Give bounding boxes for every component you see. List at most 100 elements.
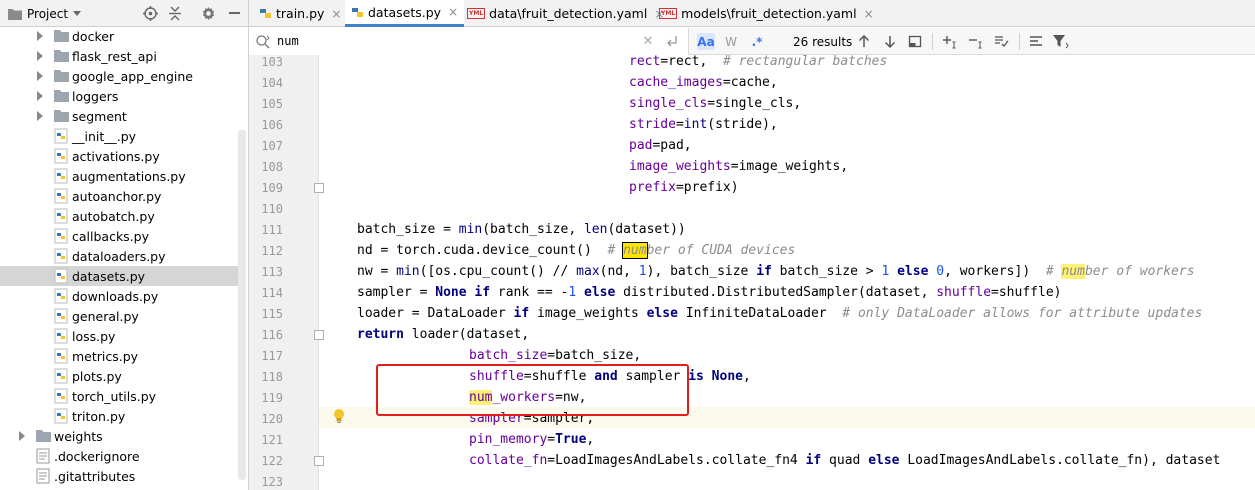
minimize-icon[interactable] [226, 5, 242, 21]
search-icon[interactable] [255, 33, 271, 50]
tree-folder-weights[interactable]: weights [0, 426, 238, 446]
tab-datasets-py[interactable]: datasets.py × [345, 0, 465, 27]
clear-search-icon[interactable]: ✕ [641, 33, 655, 50]
tree-file-metrics[interactable]: metrics.py [0, 346, 238, 366]
arrow-up-icon[interactable] [857, 33, 871, 50]
python-file-icon [54, 188, 68, 204]
tree-file-augmentations[interactable]: augmentations.py [0, 166, 238, 186]
line-number: 106 [261, 118, 283, 132]
tree-item-label: docker [72, 28, 115, 44]
python-file-icon [54, 228, 68, 244]
line-number: 110 [261, 202, 283, 216]
select-all-occurrences-icon[interactable] [993, 33, 1011, 50]
locate-icon[interactable] [142, 5, 158, 21]
multiline-icon[interactable] [1028, 33, 1044, 50]
tree-file-triton[interactable]: triton.py [0, 406, 238, 426]
arrow-down-icon[interactable] [883, 33, 897, 50]
fold-marker-icon[interactable] [314, 330, 324, 340]
python-file-icon [54, 128, 68, 144]
tree-file-plots[interactable]: plots.py [0, 366, 238, 386]
tree-scrollbar[interactable] [238, 130, 246, 480]
chevron-right-icon[interactable] [37, 51, 43, 61]
tree-folder-loggers[interactable]: loggers [0, 86, 238, 106]
collapse-all-icon[interactable] [167, 5, 183, 21]
project-title: Project [27, 6, 69, 21]
folder-icon [54, 110, 69, 122]
filter-icon[interactable] [1052, 33, 1070, 50]
chevron-right-icon[interactable] [37, 71, 43, 81]
tree-file-loss[interactable]: loss.py [0, 326, 238, 346]
add-occurrence-icon[interactable] [941, 33, 959, 50]
tree-item-label: segment [72, 108, 127, 124]
python-file-icon [54, 348, 68, 364]
yaml-file-icon: YML [467, 8, 486, 19]
tab-models-fruit-detection-yaml[interactable]: YML models\fruit_detection.yaml × [653, 0, 880, 27]
project-panel-header: Project [0, 0, 248, 27]
gear-icon[interactable] [200, 5, 216, 21]
tree-file-autoanchor[interactable]: autoanchor.py [0, 186, 238, 206]
line-number: 120 [261, 412, 283, 426]
search-results-count: 26 results [793, 35, 853, 49]
tab-label: datasets.py [368, 4, 442, 20]
match-case-toggle[interactable]: Aa [697, 33, 715, 50]
tree-file-dockerignore[interactable]: .dockerignore [0, 446, 238, 466]
tree-item-label: __init__.py [72, 128, 137, 144]
folder-icon [36, 430, 51, 442]
tree-file-datasets[interactable]: datasets.py [0, 266, 238, 286]
tree-file-general[interactable]: general.py [0, 306, 238, 326]
chevron-right-icon[interactable] [19, 431, 25, 441]
folder-icon [54, 30, 69, 42]
tree-folder-flask-rest-api[interactable]: flask_rest_api [0, 46, 238, 66]
tree-folder-segment[interactable]: segment [0, 106, 238, 126]
line-number: 105 [261, 97, 283, 111]
tree-item-label: plots.py [72, 368, 122, 384]
tab-data-fruit-detection-yaml[interactable]: YML data\fruit_detection.yaml × [461, 0, 670, 27]
tree-item-label: .gitattributes [54, 468, 136, 484]
tree-file-torch-utils[interactable]: torch_utils.py [0, 386, 238, 406]
whole-words-toggle[interactable]: W [723, 33, 739, 50]
close-icon[interactable]: × [331, 7, 341, 21]
lightbulb-icon[interactable] [333, 408, 345, 424]
line-number: 111 [261, 223, 283, 237]
line-number: 116 [261, 328, 283, 342]
tab-label: data\fruit_detection.yaml [489, 6, 648, 21]
chevron-right-icon[interactable] [37, 111, 43, 121]
line-number: 123 [261, 475, 283, 489]
regex-toggle[interactable]: .* [749, 33, 765, 50]
fold-marker-icon[interactable] [314, 183, 324, 193]
tree-file-callbacks[interactable]: callbacks.py [0, 226, 238, 246]
tree-item-label: .dockerignore [54, 448, 140, 464]
tree-file-gitattributes[interactable]: .gitattributes [0, 466, 238, 486]
tree-file-dataloaders[interactable]: dataloaders.py [0, 246, 238, 266]
tree-item-label: activations.py [72, 148, 160, 164]
line-number: 114 [261, 286, 283, 300]
tree-file-downloads[interactable]: downloads.py [0, 286, 238, 306]
remove-occurrence-icon[interactable] [967, 33, 985, 50]
fold-marker-icon[interactable] [314, 456, 324, 466]
search-input[interactable] [277, 32, 617, 50]
folder-icon [54, 70, 69, 82]
close-icon[interactable]: × [864, 7, 874, 21]
tree-item-label: augmentations.py [72, 168, 186, 184]
tree-item-label: loggers [72, 88, 119, 104]
tab-train-py[interactable]: train.py × [253, 0, 347, 27]
chevron-right-icon[interactable] [37, 91, 43, 101]
annotation-highlight-box [376, 364, 689, 416]
python-file-icon [352, 7, 363, 17]
open-in-window-icon[interactable] [908, 33, 922, 50]
tree-file-activations[interactable]: activations.py [0, 146, 238, 166]
line-number: 117 [261, 349, 283, 363]
chevron-right-icon[interactable] [37, 31, 43, 41]
chevron-down-icon [73, 11, 82, 16]
tree-file-autobatch[interactable]: autobatch.py [0, 206, 238, 226]
line-number: 113 [261, 265, 283, 279]
tree-item-label: dataloaders.py [72, 248, 166, 264]
line-number: 118 [261, 370, 283, 384]
tree-file-init[interactable]: __init__.py [0, 126, 238, 146]
tree-folder-docker[interactable]: docker [0, 26, 238, 46]
tree-folder-google-app-engine[interactable]: google_app_engine [0, 66, 238, 86]
project-view-selector[interactable]: Project [8, 5, 82, 22]
close-icon[interactable]: × [448, 5, 458, 19]
new-line-icon[interactable] [665, 33, 679, 50]
project-panel: Project docker flask_rest_api google_app… [0, 0, 249, 490]
